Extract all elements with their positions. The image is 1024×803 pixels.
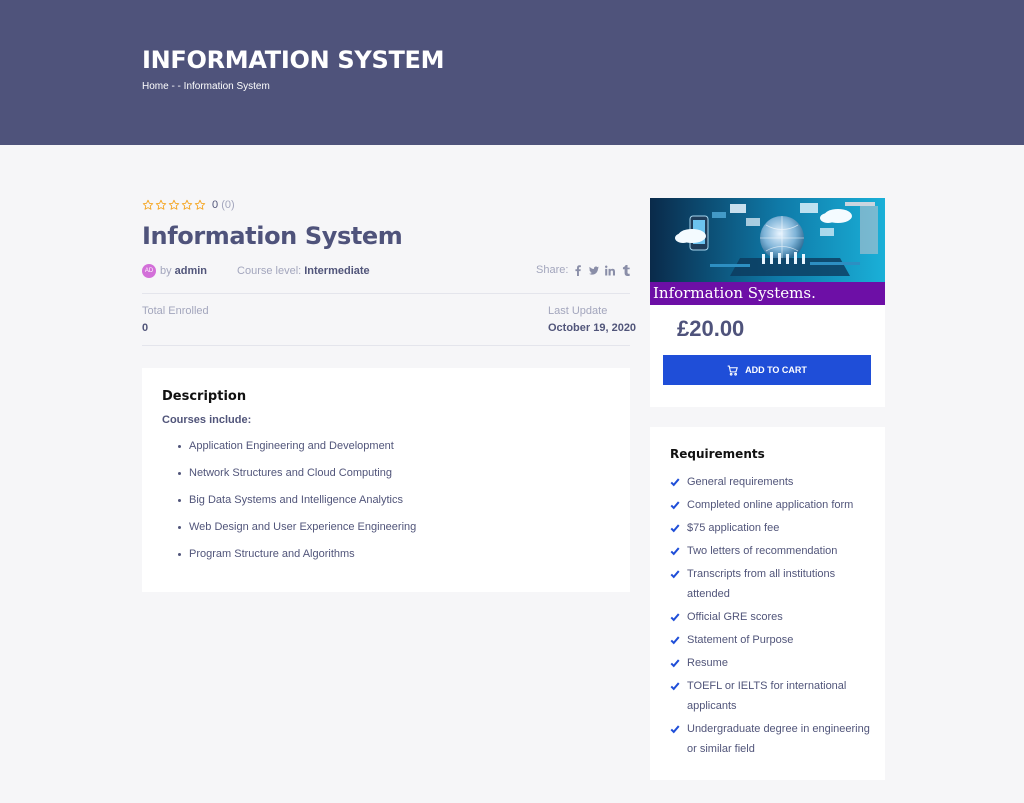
list-item: Undergraduate degree in engineering or s…	[670, 719, 870, 759]
twitter-icon[interactable]	[589, 265, 600, 276]
star-empty-icon	[194, 199, 206, 210]
check-icon	[670, 725, 680, 734]
list-item: Resume	[670, 653, 870, 673]
check-icon	[670, 636, 680, 645]
total-enrolled-label: Total Enrolled	[142, 305, 209, 317]
star-empty-icon	[142, 199, 154, 210]
course-title: Information System	[142, 222, 403, 250]
check-icon	[670, 659, 680, 668]
rating-count: 0 (0)	[212, 199, 235, 211]
requirement-text: Resume	[687, 657, 728, 669]
total-enrolled-value: 0	[142, 322, 149, 334]
check-icon	[670, 501, 680, 510]
check-icon	[670, 613, 680, 622]
list-item: Transcripts from all institutions attend…	[670, 564, 870, 604]
price-card: Information Systems. £20.00 ADD TO CART	[650, 198, 885, 407]
list-item: TOEFL or IELTS for international applica…	[670, 676, 870, 716]
requirement-text: Official GRE scores	[687, 611, 783, 623]
list-item: Big Data Systems and Intelligence Analyt…	[178, 494, 416, 521]
share-bar: Share:	[536, 264, 631, 276]
course-thumbnail[interactable]: Information Systems.	[650, 198, 885, 305]
course-level-value: Intermediate	[304, 265, 370, 277]
requirement-text: General requirements	[687, 476, 794, 488]
linkedin-icon[interactable]	[605, 265, 616, 276]
requirement-text: Two letters of recommendation	[687, 545, 838, 557]
star-empty-icon	[181, 199, 193, 210]
check-icon	[670, 524, 680, 533]
check-icon	[670, 682, 680, 691]
list-item: Official GRE scores	[670, 607, 870, 627]
requirements-card: Requirements General requirements Comple…	[650, 427, 885, 780]
list-item: Program Structure and Algorithms	[178, 548, 416, 575]
course-meta: AD by admin Course level: Intermediate	[142, 264, 370, 278]
author-link[interactable]: admin	[175, 265, 207, 277]
list-item: $75 application fee	[670, 518, 870, 538]
requirement-text: Completed online application form	[687, 499, 854, 511]
star-rating	[142, 199, 206, 211]
requirement-text: Statement of Purpose	[687, 634, 794, 646]
description-subtitle: Courses include:	[162, 414, 252, 426]
list-item: Web Design and User Experience Engineeri…	[178, 521, 416, 548]
by-label: by	[160, 265, 172, 277]
list-item: Application Engineering and Development	[178, 440, 416, 467]
check-icon	[670, 478, 680, 487]
star-empty-icon	[168, 199, 180, 210]
add-to-cart-label: ADD TO CART	[745, 365, 807, 375]
course-rating: 0 (0)	[142, 199, 235, 211]
last-update-label: Last Update	[548, 305, 608, 317]
divider	[142, 345, 630, 346]
course-level-label: Course level:	[237, 265, 302, 277]
star-empty-icon	[155, 199, 167, 210]
description-card: Description Courses include: Application…	[142, 368, 630, 592]
list-item: General requirements	[670, 472, 870, 492]
requirement-text: Transcripts from all institutions attend…	[687, 568, 836, 600]
avatar: AD	[142, 264, 156, 278]
check-icon	[670, 547, 680, 556]
rating-total: (0)	[221, 199, 235, 211]
tumblr-icon[interactable]	[621, 264, 631, 276]
requirements-list: General requirements Completed online ap…	[670, 472, 870, 762]
check-icon	[670, 570, 680, 579]
last-update-value: October 19, 2020	[548, 322, 637, 334]
list-item: Network Structures and Cloud Computing	[178, 467, 416, 494]
requirement-text: Undergraduate degree in engineering or s…	[687, 723, 870, 755]
facebook-icon[interactable]	[573, 264, 583, 276]
cart-icon	[727, 364, 738, 376]
course-price: £20.00	[677, 316, 745, 341]
page-header: INFORMATION SYSTEM Home - - Information …	[0, 0, 1024, 145]
requirement-text: $75 application fee	[687, 522, 780, 534]
thumbnail-caption: Information Systems.	[650, 282, 885, 305]
description-list: Application Engineering and Development …	[178, 440, 416, 575]
divider	[142, 293, 630, 294]
share-label: Share:	[536, 264, 569, 276]
rating-value: 0	[212, 199, 219, 211]
list-item: Two letters of recommendation	[670, 541, 870, 561]
description-title: Description	[162, 389, 247, 404]
list-item: Statement of Purpose	[670, 630, 870, 650]
page-title: INFORMATION SYSTEM	[142, 46, 445, 74]
requirement-text: TOEFL or IELTS for international applica…	[687, 680, 847, 712]
list-item: Completed online application form	[670, 495, 870, 515]
breadcrumb[interactable]: Home - - Information System	[142, 81, 270, 92]
add-to-cart-button[interactable]: ADD TO CART	[663, 355, 871, 385]
requirements-title: Requirements	[670, 447, 765, 461]
